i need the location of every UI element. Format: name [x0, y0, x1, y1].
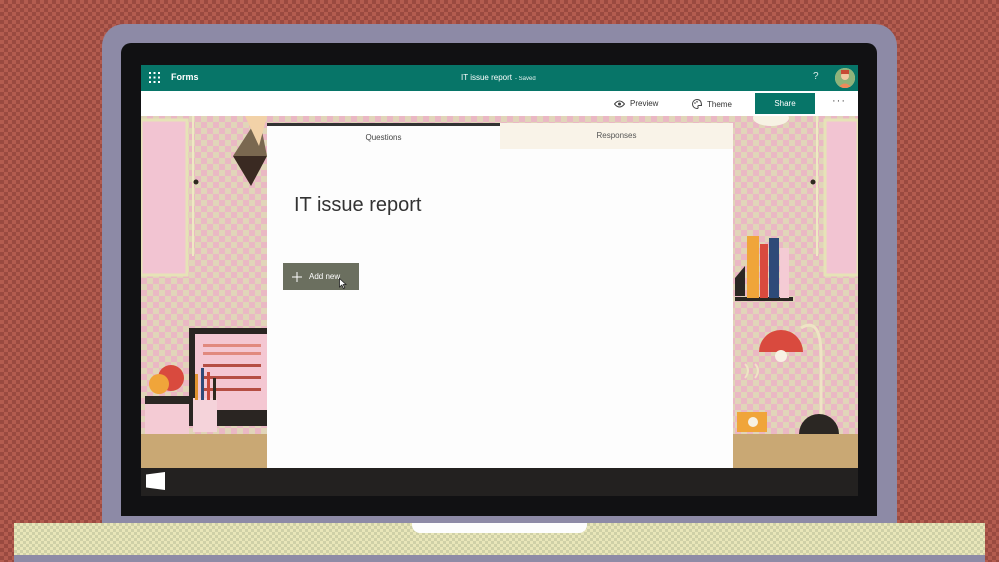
taskbar: [141, 468, 858, 496]
theme-button[interactable]: Theme: [692, 99, 732, 109]
tab-questions[interactable]: Questions: [267, 123, 500, 149]
form-canvas: [267, 123, 733, 468]
add-new-label: Add new: [309, 272, 341, 281]
preview-button[interactable]: Preview: [614, 99, 658, 108]
tab-responses[interactable]: Responses: [500, 123, 733, 149]
save-status: - Saved: [514, 76, 536, 82]
help-icon[interactable]: ?: [813, 71, 819, 82]
command-bar: Preview Theme Share ···: [141, 91, 858, 116]
preview-label: Preview: [630, 99, 659, 108]
document-title: IT issue report - Saved: [461, 73, 536, 82]
theme-label: Theme: [707, 99, 732, 109]
app-name[interactable]: Forms: [171, 72, 199, 82]
mouse-cursor-icon: [339, 278, 347, 289]
form-title[interactable]: IT issue report: [294, 194, 421, 217]
avatar[interactable]: [835, 68, 855, 88]
more-options-icon[interactable]: ···: [832, 95, 846, 107]
windows-start-icon[interactable]: [146, 472, 165, 490]
palette-icon: [692, 99, 702, 109]
add-new-button[interactable]: Add new: [283, 263, 359, 290]
eye-icon: [614, 100, 625, 107]
laptop-base-edge: [14, 555, 985, 562]
app-header: Forms IT issue report - Saved ?: [141, 65, 858, 91]
laptop-base-notch: [412, 523, 587, 533]
share-button[interactable]: Share: [755, 93, 815, 114]
document-title-text: IT issue report: [461, 73, 512, 82]
screen: Forms IT issue report- Saved ? Preview: [141, 65, 858, 468]
plus-icon: [292, 271, 302, 282]
user-icon: [835, 68, 855, 88]
app-launcher-icon[interactable]: [149, 72, 160, 83]
